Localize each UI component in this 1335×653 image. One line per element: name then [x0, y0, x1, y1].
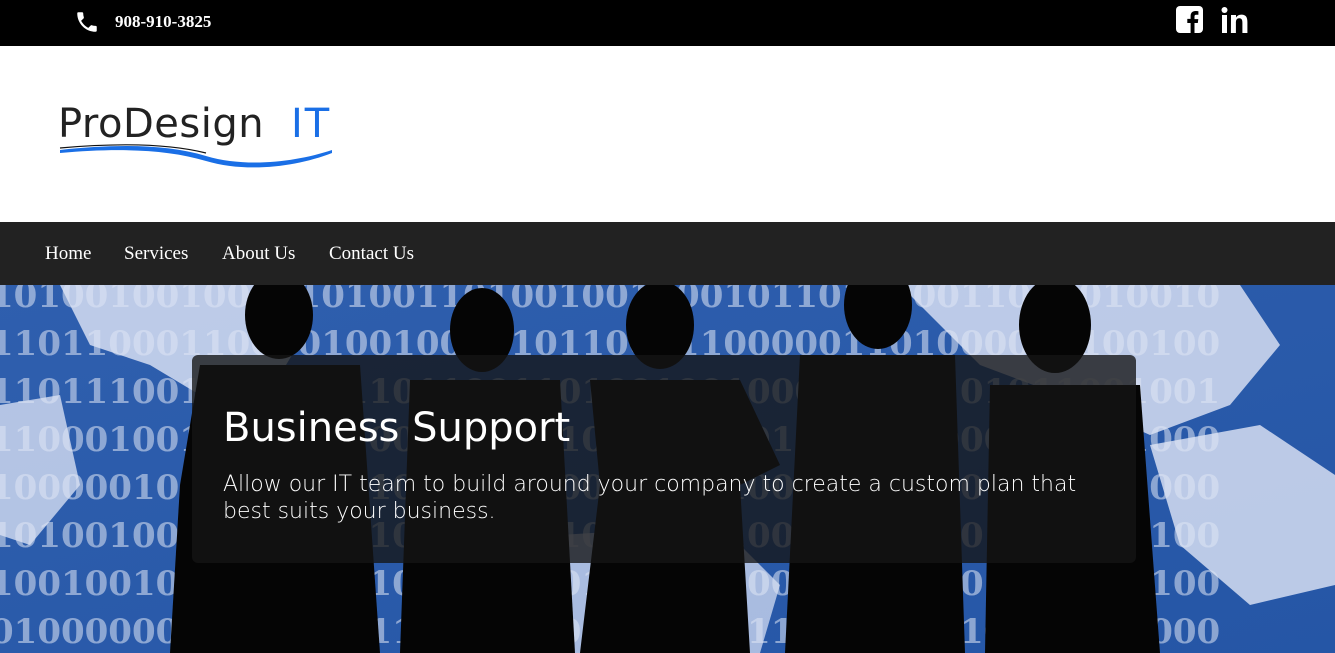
nav-about-us[interactable]: About Us [222, 243, 295, 265]
site-header: ProDesign IT [0, 46, 1335, 222]
logo-text: ProDesign [58, 101, 265, 147]
facebook-icon[interactable] [1176, 6, 1203, 33]
hero-description: Allow our IT team to build around your c… [223, 472, 1077, 524]
hero-card: Business Support Allow our IT team to bu… [192, 355, 1136, 563]
nav-contact-us[interactable]: Contact Us [329, 243, 414, 265]
top-bar: 908-910-3825 [0, 0, 1335, 46]
phone-icon [77, 12, 97, 32]
phone-number[interactable]: 908-910-3825 [115, 12, 211, 32]
main-nav: Home Services About Us Contact Us [0, 222, 1335, 285]
nav-home[interactable]: Home [45, 243, 91, 265]
logo-accent-text: IT [291, 101, 332, 147]
hero-banner: 1010010010010101001101001001000101101100… [0, 285, 1335, 653]
linkedin-icon[interactable] [1220, 6, 1250, 34]
logo[interactable]: ProDesign IT [56, 102, 336, 172]
nav-services[interactable]: Services [124, 243, 188, 265]
logo-swoosh-icon [59, 144, 332, 168]
hero-title: Business Support [223, 405, 571, 451]
